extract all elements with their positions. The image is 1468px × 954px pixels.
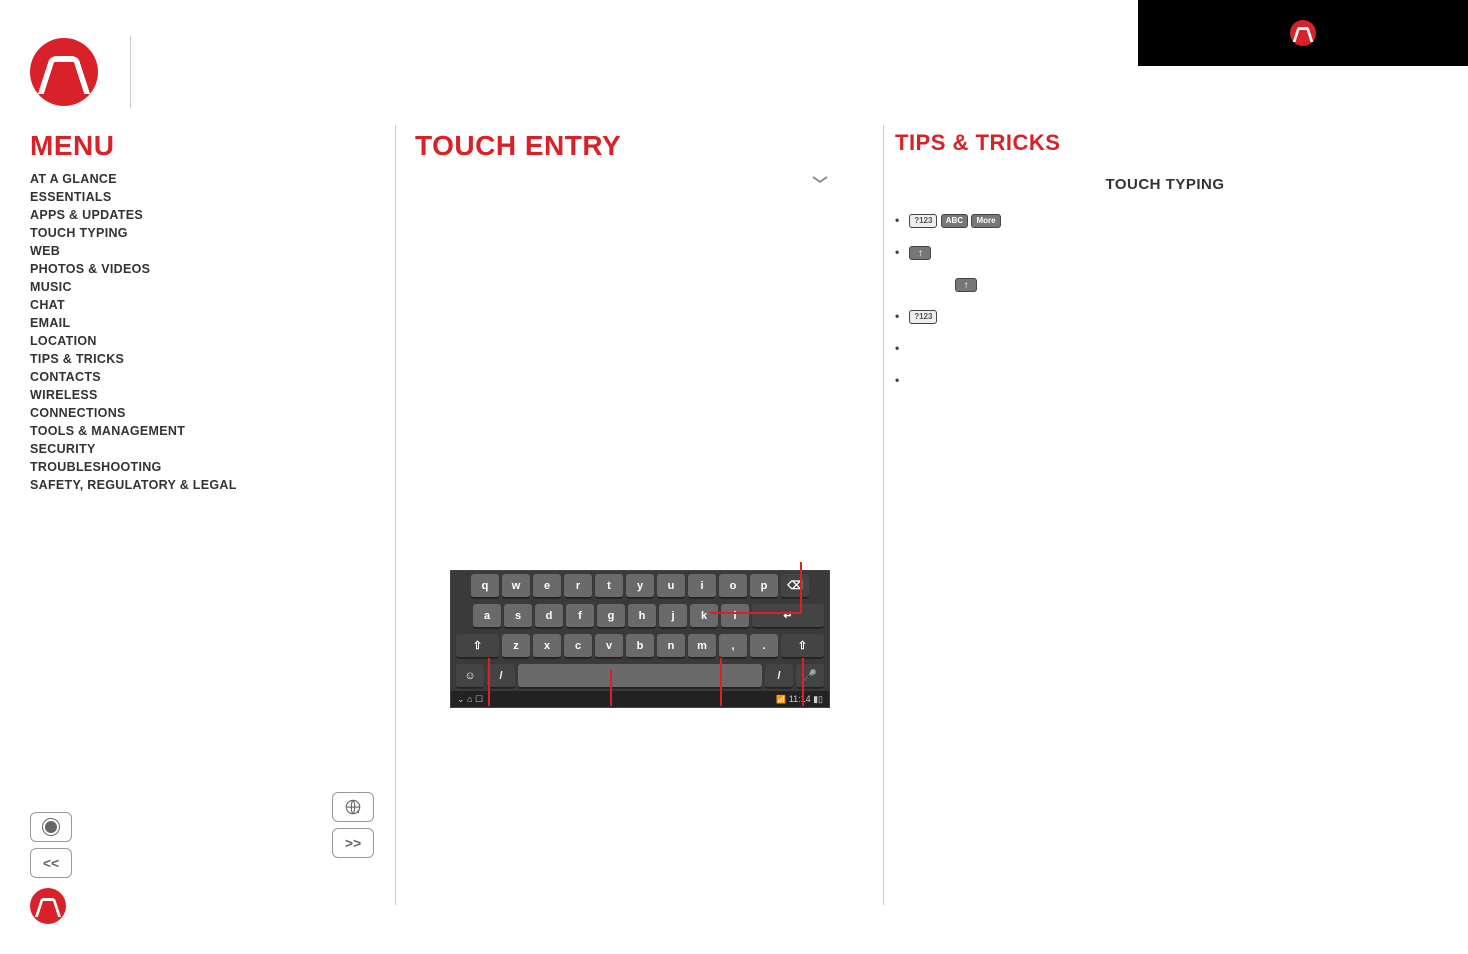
key-c: c <box>564 634 592 658</box>
key-l: l <box>721 604 749 628</box>
key-j: j <box>659 604 687 628</box>
key-b: b <box>626 634 654 658</box>
key-o: o <box>719 574 747 598</box>
key-s: s <box>504 604 532 628</box>
menu-item-tools-management[interactable]: TOOLS & MANAGEMENT <box>30 422 360 440</box>
menu-item-photos-videos[interactable]: PHOTOS & VIDEOS <box>30 260 360 278</box>
key-backspace: ⌫ <box>781 574 809 598</box>
key-shift-left: ⇧ <box>456 634 499 658</box>
divider <box>883 125 884 905</box>
tips-heading: TOUCH TYPING <box>895 176 1435 193</box>
menu-item-at-a-glance[interactable]: AT A GLANCE <box>30 170 360 188</box>
menu-item-wireless[interactable]: WIRELESS <box>30 386 360 404</box>
home-button[interactable] <box>30 812 72 842</box>
center-column: TOUCH ENTRY <box>415 130 855 162</box>
globe-icon <box>344 798 362 816</box>
menu-item-web[interactable]: WEB <box>30 242 360 260</box>
key-more-icon: More <box>971 214 1000 228</box>
key-enter: ↵ <box>752 604 824 628</box>
key-y: y <box>626 574 654 598</box>
key-a: a <box>473 604 501 628</box>
key-space <box>518 664 762 688</box>
motorola-logo-icon <box>30 38 98 106</box>
menu-item-connections[interactable]: CONNECTIONS <box>30 404 360 422</box>
divider <box>395 125 396 905</box>
menu-title: MENU <box>30 130 360 162</box>
android-navbar: ⌄ ⌂ ☐ 📶 11:14 ▮▯ <box>451 691 829 707</box>
callout-line <box>800 562 802 612</box>
key-k: k <box>690 604 718 628</box>
footer-nav-left: << <box>30 812 72 924</box>
menu-item-email[interactable]: EMAIL <box>30 314 360 332</box>
key-f: f <box>566 604 594 628</box>
menu-item-troubleshooting[interactable]: TROUBLESHOOTING <box>30 458 360 476</box>
key-m: m <box>688 634 716 658</box>
nav-back-icon: ⌄ ⌂ ☐ <box>457 694 483 705</box>
key-n: n <box>657 634 685 658</box>
menu-item-tips-tricks[interactable]: TIPS & TRICKS <box>30 350 360 368</box>
status-time: 📶 11:14 ▮▯ <box>776 694 823 705</box>
key-emoji: ☺ <box>456 664 484 688</box>
dot-icon <box>43 819 59 835</box>
key-comma: , <box>719 634 747 658</box>
key-i: i <box>688 574 716 598</box>
callout-line <box>610 670 612 706</box>
menu-item-chat[interactable]: CHAT <box>30 296 360 314</box>
key-z: z <box>502 634 530 658</box>
key-period: . <box>750 634 778 658</box>
key-x: x <box>533 634 561 658</box>
key-t: t <box>595 574 623 598</box>
key-q: q <box>471 574 499 598</box>
menu-item-essentials[interactable]: ESSENTIALS <box>30 188 360 206</box>
menu-item-touch-typing[interactable]: TOUCH TYPING <box>30 224 360 242</box>
expand-down-icon[interactable] <box>809 170 831 197</box>
motorola-logo-icon <box>30 888 66 924</box>
globe-button[interactable] <box>332 792 374 822</box>
key-g: g <box>597 604 625 628</box>
menu-item-location[interactable]: LOCATION <box>30 332 360 350</box>
key-u: u <box>657 574 685 598</box>
footer-nav-right: >> <box>332 792 374 858</box>
key-e: e <box>533 574 561 598</box>
key-voice: 🎤 <box>796 664 824 688</box>
top-banner <box>1138 0 1468 66</box>
menu-item-security[interactable]: SECURITY <box>30 440 360 458</box>
keyboard-illustration: q w e r t y u i o p ⌫ a s d f g h j k l … <box>450 570 830 708</box>
key-slash: / <box>487 664 515 688</box>
menu-item-contacts[interactable]: CONTACTS <box>30 368 360 386</box>
divider <box>130 36 131 108</box>
callout-line <box>488 658 490 706</box>
key-shift-right: ⇧ <box>781 634 824 658</box>
key-7123-icon: ?123 <box>909 310 937 324</box>
tips-body: • ?123 ABC More • • ?123 • • <box>895 211 1435 389</box>
menu-item-apps-updates[interactable]: APPS & UPDATES <box>30 206 360 224</box>
menu-item-music[interactable]: MUSIC <box>30 278 360 296</box>
key-abc-icon: ABC <box>941 214 968 228</box>
motorola-logo-icon <box>1290 20 1316 46</box>
key-w: w <box>502 574 530 598</box>
center-title: TOUCH ENTRY <box>415 130 855 162</box>
key-p: p <box>750 574 778 598</box>
callout-line <box>802 658 804 706</box>
key-lang: / <box>765 664 793 688</box>
key-v: v <box>595 634 623 658</box>
callout-line <box>710 612 802 614</box>
prev-page-button[interactable]: << <box>30 848 72 878</box>
key-7123-icon: ?123 <box>909 214 937 228</box>
menu-item-safety-legal[interactable]: SAFETY, REGULATORY & LEGAL <box>30 476 360 494</box>
header-logo-block <box>30 36 131 108</box>
tips-title: TIPS & TRICKS <box>895 130 1435 156</box>
shift-key-icon <box>909 246 931 260</box>
callout-line <box>720 658 722 706</box>
shift-key-icon <box>955 278 977 292</box>
key-d: d <box>535 604 563 628</box>
next-page-button[interactable]: >> <box>332 828 374 858</box>
key-h: h <box>628 604 656 628</box>
key-r: r <box>564 574 592 598</box>
menu-sidebar: MENU AT A GLANCE ESSENTIALS APPS & UPDAT… <box>30 130 360 494</box>
tips-column: TIPS & TRICKS TOUCH TYPING • ?123 ABC Mo… <box>895 130 1435 403</box>
